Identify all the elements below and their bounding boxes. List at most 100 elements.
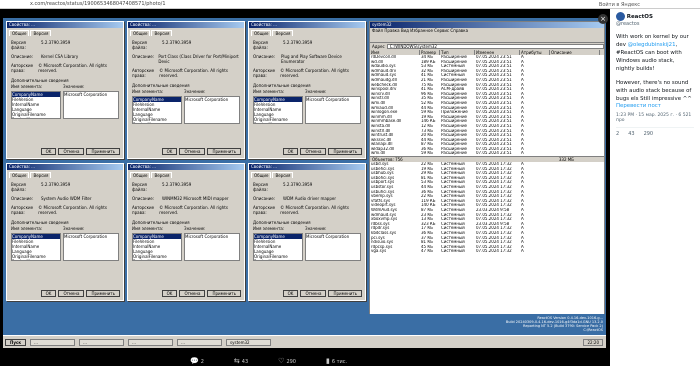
tab-version[interactable]: Версия — [151, 30, 173, 36]
repost-action[interactable]: ⇆ 43 — [234, 357, 248, 365]
value-box[interactable]: Microsoft Corporation — [184, 233, 240, 261]
list-item[interactable]: ProductName — [254, 122, 302, 123]
tab-general[interactable]: Общие — [251, 172, 272, 178]
value-box[interactable]: Microsoft Corporation — [305, 233, 361, 261]
reactos-version-banner: ReactOS Version 0.4.16-dev-1016-g... Bui… — [369, 314, 605, 334]
apply-button[interactable]: Применить — [86, 290, 120, 297]
item-list[interactable]: CompanyName FileVersion InternalName Langua… — [132, 96, 182, 124]
reply-action[interactable]: 💬 2 — [190, 357, 204, 365]
file-version: 5.2.3790.3959 — [41, 182, 71, 187]
apply-button[interactable]: Применить — [328, 148, 362, 155]
mention-link[interactable]: @olegdubinskij21 — [628, 42, 676, 48]
list-item[interactable]: ProductName — [254, 259, 302, 260]
tab-general[interactable]: Общие — [130, 30, 151, 36]
list-item[interactable]: ProductName — [12, 259, 60, 260]
properties-dialog: Свойства: ... Общие Версия Версия файла: 5… — [127, 163, 245, 301]
tweet-panel: ReactOS @reactos With work on kernel by … — [610, 9, 700, 366]
value-box[interactable]: Microsoft Corporation — [63, 91, 119, 119]
ok-button[interactable]: OK — [282, 148, 299, 155]
tab-general[interactable]: Общие — [9, 30, 30, 36]
start-button[interactable]: Пуск — [5, 338, 27, 346]
reactos-screenshot: Свойства: ... Общие Версия Версия файла: 5… — [3, 18, 606, 348]
apply-button[interactable]: Применить — [207, 290, 241, 297]
cancel-button[interactable]: Отмена — [300, 148, 327, 155]
task-button[interactable]: ... — [30, 338, 76, 346]
item-list[interactable]: CompanyName FileVersion InternalName Langua… — [253, 96, 303, 124]
item-list[interactable]: CompanyName FileVersion InternalName Langua… — [11, 91, 61, 119]
tab-version[interactable]: Версия — [30, 172, 52, 178]
copyright: © Microsoft Corporation. All rights rese… — [38, 205, 107, 215]
apply-button[interactable]: Применить — [86, 148, 120, 155]
item-list[interactable]: CompanyName FileVersion InternalName Langua… — [132, 233, 182, 261]
file-row[interactable]: vga.sys 47 КБ Системный 07.05.2024 17:32 A — [370, 249, 604, 254]
like-action[interactable]: ♡ 290 — [278, 357, 296, 365]
tab-general[interactable]: Общие — [130, 172, 151, 178]
tab-general[interactable]: Общие — [251, 30, 272, 36]
file-description: WINMM32 Microsoft MIDI mapper — [162, 196, 229, 201]
tweet-stats: 2 43 290 — [616, 127, 694, 137]
tweet-text: With work on kernel by our dev @olegdubi… — [616, 34, 689, 72]
taskbar: Пуск ... ... ... ... system32 22:20 — [3, 335, 606, 348]
views-action[interactable]: ▮ 6 тис. — [326, 357, 347, 365]
apply-button[interactable]: Применить — [207, 148, 241, 155]
file-description: WDM Audio driver mapper — [283, 196, 336, 201]
file-version: 5.2.3790.3959 — [283, 40, 313, 45]
task-button[interactable]: system32 — [226, 338, 272, 346]
file-version: 5.2.3790.3959 — [283, 182, 313, 187]
tab-version[interactable]: Версия — [272, 172, 294, 178]
explorer-window: system32 Файл Правка Вид Избранное Серви… — [369, 21, 605, 333]
like-count[interactable]: 290 — [644, 131, 654, 137]
list-item[interactable]: ProductName — [12, 117, 60, 118]
apply-button[interactable]: Применить — [328, 290, 362, 297]
properties-dialog: Свойства: ... Общие Версия Версия файла: 5… — [248, 163, 366, 301]
cancel-button[interactable]: Отмена — [179, 148, 206, 155]
author-name[interactable]: ReactOS — [627, 14, 653, 20]
task-button[interactable]: ... — [79, 338, 125, 346]
repost-count[interactable]: 43 — [628, 131, 634, 137]
address-field[interactable]: C:\WINDOWS\system32 — [386, 44, 604, 49]
yandex-login-link[interactable]: Войти в Яндекс — [599, 2, 640, 8]
tab-version[interactable]: Версия — [151, 172, 173, 178]
properties-dialog: Свойства: ... Общие Версия Версия файла: 5… — [6, 21, 124, 159]
explorer-address[interactable]: Адрес C:\WINDOWS\system32 — [370, 43, 604, 50]
value-box[interactable]: Microsoft Corporation — [184, 96, 240, 124]
item-list[interactable]: CompanyName FileVersion InternalName Langua… — [253, 233, 303, 261]
ok-button[interactable]: OK — [40, 290, 57, 297]
item-list[interactable]: CompanyName FileVersion InternalName Langua… — [11, 233, 61, 261]
cancel-button[interactable]: Отмена — [58, 290, 85, 297]
task-button[interactable]: ... — [128, 338, 174, 346]
cancel-button[interactable]: Отмена — [58, 148, 85, 155]
explorer-toolbar[interactable] — [370, 34, 604, 43]
list-item[interactable]: ProductName — [133, 259, 181, 260]
browser-address-bar[interactable]: x.com/reactos/status/1900653468047408571… — [0, 0, 700, 9]
ok-button[interactable]: OK — [161, 148, 178, 155]
file-version: 5.2.3790.3959 — [162, 40, 192, 45]
value-box[interactable]: Microsoft Corporation — [63, 233, 119, 261]
cancel-button[interactable]: Отмена — [300, 290, 327, 297]
ok-button[interactable]: OK — [40, 148, 57, 155]
cancel-button[interactable]: Отмена — [179, 290, 206, 297]
author-handle[interactable]: @reactos — [616, 21, 694, 27]
file-description: System Audio WDM Filter — [41, 196, 92, 201]
copyright: © Microsoft Corporation. All rights rese… — [159, 68, 228, 78]
translate-link[interactable]: Перевести пост — [616, 103, 694, 109]
properties-dialog: Свойства: ... Общие Версия Версия файла: 5… — [6, 163, 124, 301]
views-icon: ▮ — [325, 357, 330, 365]
ok-button[interactable]: OK — [282, 290, 299, 297]
tweet-text-2: However, there's no sound with audio sta… — [616, 80, 692, 102]
task-button[interactable]: ... — [177, 338, 223, 346]
list-item[interactable]: ProductName — [133, 122, 181, 123]
reply-count[interactable]: 2 — [616, 131, 619, 137]
value-box[interactable]: Microsoft Corporation — [305, 96, 361, 124]
ok-button[interactable]: OK — [161, 290, 178, 297]
media-action-bar: 💬 2 ⇆ 43 ♡ 290 ▮ 6 тис. — [190, 357, 347, 365]
properties-dialog: Свойства: ... Общие Версия Версия файла: 5… — [248, 21, 366, 159]
media-viewer: Свойства: ... Общие Версия Версия файла: 5… — [0, 9, 610, 366]
file-row[interactable]: wmi.dll 59 КБ Расширение 07.05.2024 23:51 A — [370, 151, 604, 156]
tab-version[interactable]: Версия — [272, 30, 294, 36]
avatar[interactable] — [616, 12, 625, 21]
file-version: 5.2.3790.3959 — [41, 40, 71, 45]
close-icon[interactable]: × — [598, 14, 608, 24]
tab-general[interactable]: Общие — [9, 172, 30, 178]
tab-version[interactable]: Версия — [30, 30, 52, 36]
